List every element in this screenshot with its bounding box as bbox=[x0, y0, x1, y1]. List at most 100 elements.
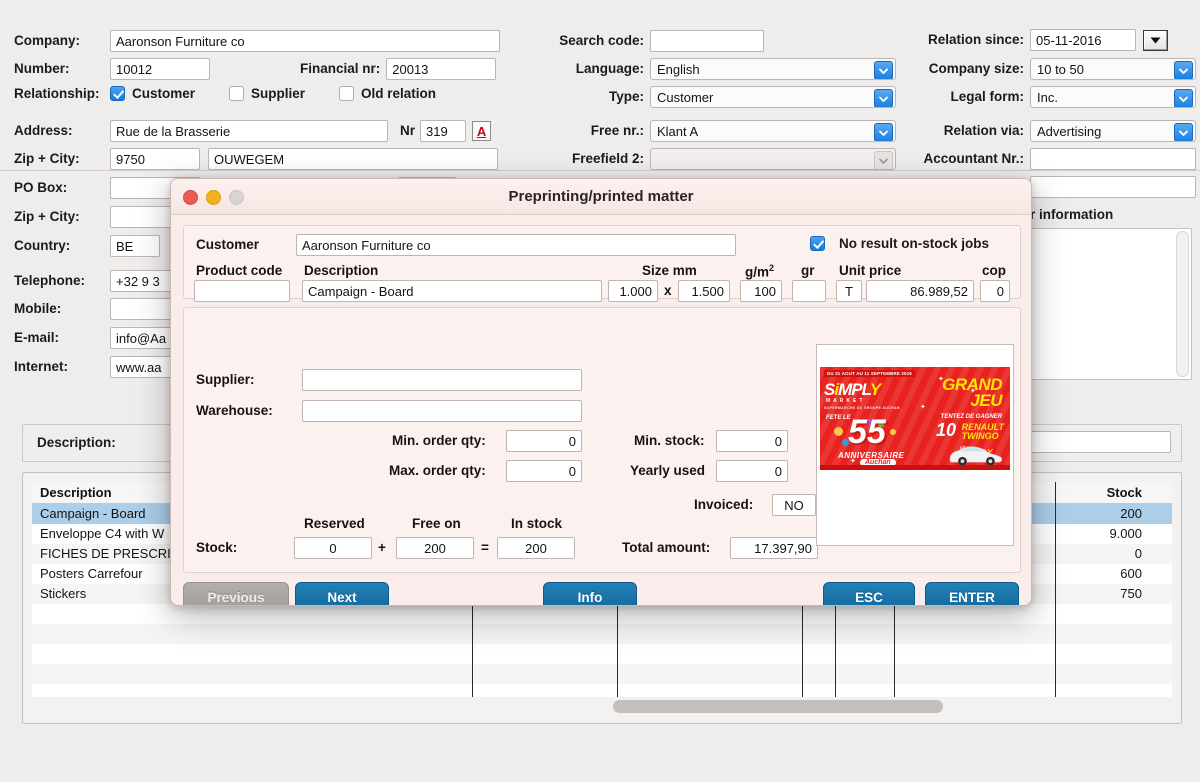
vertical-scrollbar[interactable] bbox=[1176, 231, 1189, 377]
type-select[interactable]: Customer bbox=[650, 86, 896, 108]
header-cop: cop bbox=[982, 263, 1007, 278]
unit-price-prefix-input[interactable]: T bbox=[836, 280, 862, 302]
info-panel-textarea[interactable] bbox=[1030, 228, 1192, 380]
total-amount-value[interactable]: 17.397,90 bbox=[730, 537, 818, 559]
free-nr-label: Free nr.: bbox=[590, 123, 644, 139]
invoiced-value[interactable]: NO bbox=[772, 494, 816, 516]
table-row-empty[interactable] bbox=[32, 684, 1172, 697]
product-image[interactable]: DU 31 AOUT AU 11 SEPTEMBRE 2016 SiMPLY M… bbox=[816, 344, 1014, 546]
in-stock-input[interactable]: 200 bbox=[497, 537, 575, 559]
banner-fete: FETE LE bbox=[826, 415, 851, 421]
cell-stock: 9.000 bbox=[1109, 526, 1142, 541]
field-company-size: Company size: 10 to 50 bbox=[912, 58, 1196, 80]
relation-via-select[interactable]: Advertising bbox=[1030, 120, 1196, 142]
zip-input[interactable]: 9750 bbox=[110, 148, 200, 170]
star-icon: ✦ bbox=[850, 458, 856, 465]
company-size-select[interactable]: 10 to 50 bbox=[1030, 58, 1196, 80]
free-on-input[interactable]: 200 bbox=[396, 537, 474, 559]
search-code-label: Search code: bbox=[559, 33, 644, 49]
chevron-down-icon[interactable] bbox=[874, 123, 893, 141]
header-unit-price: Unit price bbox=[839, 263, 902, 278]
field-relationship: Relationship: Customer Supplier Old rela… bbox=[14, 86, 436, 101]
car-illustration bbox=[949, 446, 1003, 466]
gr-input[interactable] bbox=[792, 280, 826, 302]
warehouse-input[interactable] bbox=[302, 400, 582, 422]
star-icon: ✦ bbox=[970, 388, 976, 395]
address-input[interactable]: Rue de la Brasserie bbox=[110, 120, 388, 142]
number-input[interactable]: 10012 bbox=[110, 58, 210, 80]
relation-since-input[interactable]: 05-11-2016 bbox=[1030, 29, 1136, 51]
description-filter-input[interactable] bbox=[1011, 431, 1171, 453]
info-button[interactable]: Info bbox=[543, 582, 637, 605]
address-label: Address: bbox=[14, 123, 73, 139]
gsm-input[interactable]: 100 bbox=[740, 280, 782, 302]
minimize-icon[interactable] bbox=[206, 190, 221, 205]
chevron-down-icon[interactable] bbox=[1174, 89, 1193, 107]
checkbox-old-relation-label: Old relation bbox=[361, 86, 437, 101]
search-code-input[interactable] bbox=[650, 30, 764, 52]
country-label: Country: bbox=[14, 238, 71, 254]
size-separator: x bbox=[664, 283, 672, 298]
reserved-input[interactable]: 0 bbox=[294, 537, 372, 559]
supplier-input[interactable] bbox=[302, 369, 582, 391]
cell-description: Stickers bbox=[40, 586, 87, 601]
supplier-label: Supplier: bbox=[196, 372, 255, 387]
size-height-input[interactable]: 1.500 bbox=[678, 280, 730, 302]
product-code-input[interactable] bbox=[194, 280, 290, 302]
city-input[interactable]: OUWEGEM bbox=[208, 148, 498, 170]
max-order-qty-input[interactable]: 0 bbox=[506, 460, 582, 482]
relationship-label: Relationship: bbox=[14, 85, 100, 101]
column-header-stock[interactable]: Stock bbox=[1107, 485, 1142, 500]
field-country: Country: BE bbox=[14, 235, 160, 257]
chevron-down-icon[interactable] bbox=[1174, 123, 1193, 141]
free-nr-select[interactable]: Klant A bbox=[650, 120, 896, 142]
field-legal-form: Legal form: Inc. bbox=[912, 86, 1196, 108]
column-header-description[interactable]: Description bbox=[40, 485, 112, 500]
table-row-empty[interactable] bbox=[32, 624, 1172, 644]
dialog-title-bar[interactable]: Preprinting/printed matter bbox=[171, 179, 1031, 215]
accountant-nr-input[interactable] bbox=[1030, 148, 1196, 170]
horizontal-scrollbar-track[interactable] bbox=[32, 699, 1172, 714]
address-validate-icon[interactable]: A bbox=[472, 121, 492, 141]
checkbox-customer[interactable] bbox=[110, 86, 125, 101]
no-result-on-stock-checkbox[interactable] bbox=[810, 236, 825, 251]
extra-right-input[interactable] bbox=[1030, 176, 1196, 198]
table-row-empty[interactable] bbox=[32, 664, 1172, 684]
previous-button[interactable]: Previous bbox=[183, 582, 289, 605]
language-select[interactable]: English bbox=[650, 58, 896, 80]
financial-nr-input[interactable]: 20013 bbox=[386, 58, 497, 80]
financial-nr-label: Financial nr: bbox=[300, 61, 381, 77]
min-stock-input[interactable]: 0 bbox=[716, 430, 788, 452]
table-row-empty[interactable] bbox=[32, 604, 1172, 624]
chevron-down-icon[interactable] bbox=[1174, 61, 1193, 79]
checkbox-old-relation[interactable] bbox=[339, 86, 355, 101]
yearly-used-input[interactable]: 0 bbox=[716, 460, 788, 482]
chevron-down-icon[interactable] bbox=[874, 89, 893, 107]
company-input[interactable]: Aaronson Furniture co bbox=[110, 30, 500, 52]
stock-details-group: Supplier: Warehouse: Min. order qty: 0 M… bbox=[183, 307, 1021, 573]
checkbox-supplier[interactable] bbox=[229, 86, 245, 101]
esc-button[interactable]: ESC bbox=[823, 582, 915, 605]
chevron-down-icon[interactable] bbox=[874, 61, 893, 79]
window-controls bbox=[183, 190, 244, 205]
country-input[interactable]: BE bbox=[110, 235, 160, 257]
enter-button[interactable]: ENTER bbox=[925, 582, 1019, 605]
close-icon[interactable] bbox=[183, 190, 198, 205]
calendar-dropdown-button[interactable] bbox=[1143, 29, 1168, 51]
field-relation-via: Relation via: Advertising bbox=[912, 120, 1196, 142]
min-order-qty-input[interactable]: 0 bbox=[506, 430, 582, 452]
dlg-customer-input[interactable]: Aaronson Furniture co bbox=[296, 234, 736, 256]
address-nr-input[interactable]: 319 bbox=[420, 120, 467, 142]
unit-price-input[interactable]: 86.989,52 bbox=[866, 280, 974, 302]
freefield-2-select[interactable] bbox=[650, 148, 896, 170]
table-row-empty[interactable] bbox=[32, 644, 1172, 664]
free-nr-value: Klant A bbox=[657, 124, 699, 139]
size-width-input[interactable]: 1.000 bbox=[608, 280, 658, 302]
cop-input[interactable]: 0 bbox=[980, 280, 1010, 302]
horizontal-scrollbar-thumb[interactable] bbox=[613, 700, 943, 713]
legal-form-select[interactable]: Inc. bbox=[1030, 86, 1196, 108]
chevron-down-icon[interactable] bbox=[874, 151, 893, 169]
product-description-input[interactable]: Campaign - Board bbox=[302, 280, 602, 302]
next-button[interactable]: Next bbox=[295, 582, 389, 605]
in-stock-header: In stock bbox=[511, 516, 563, 531]
